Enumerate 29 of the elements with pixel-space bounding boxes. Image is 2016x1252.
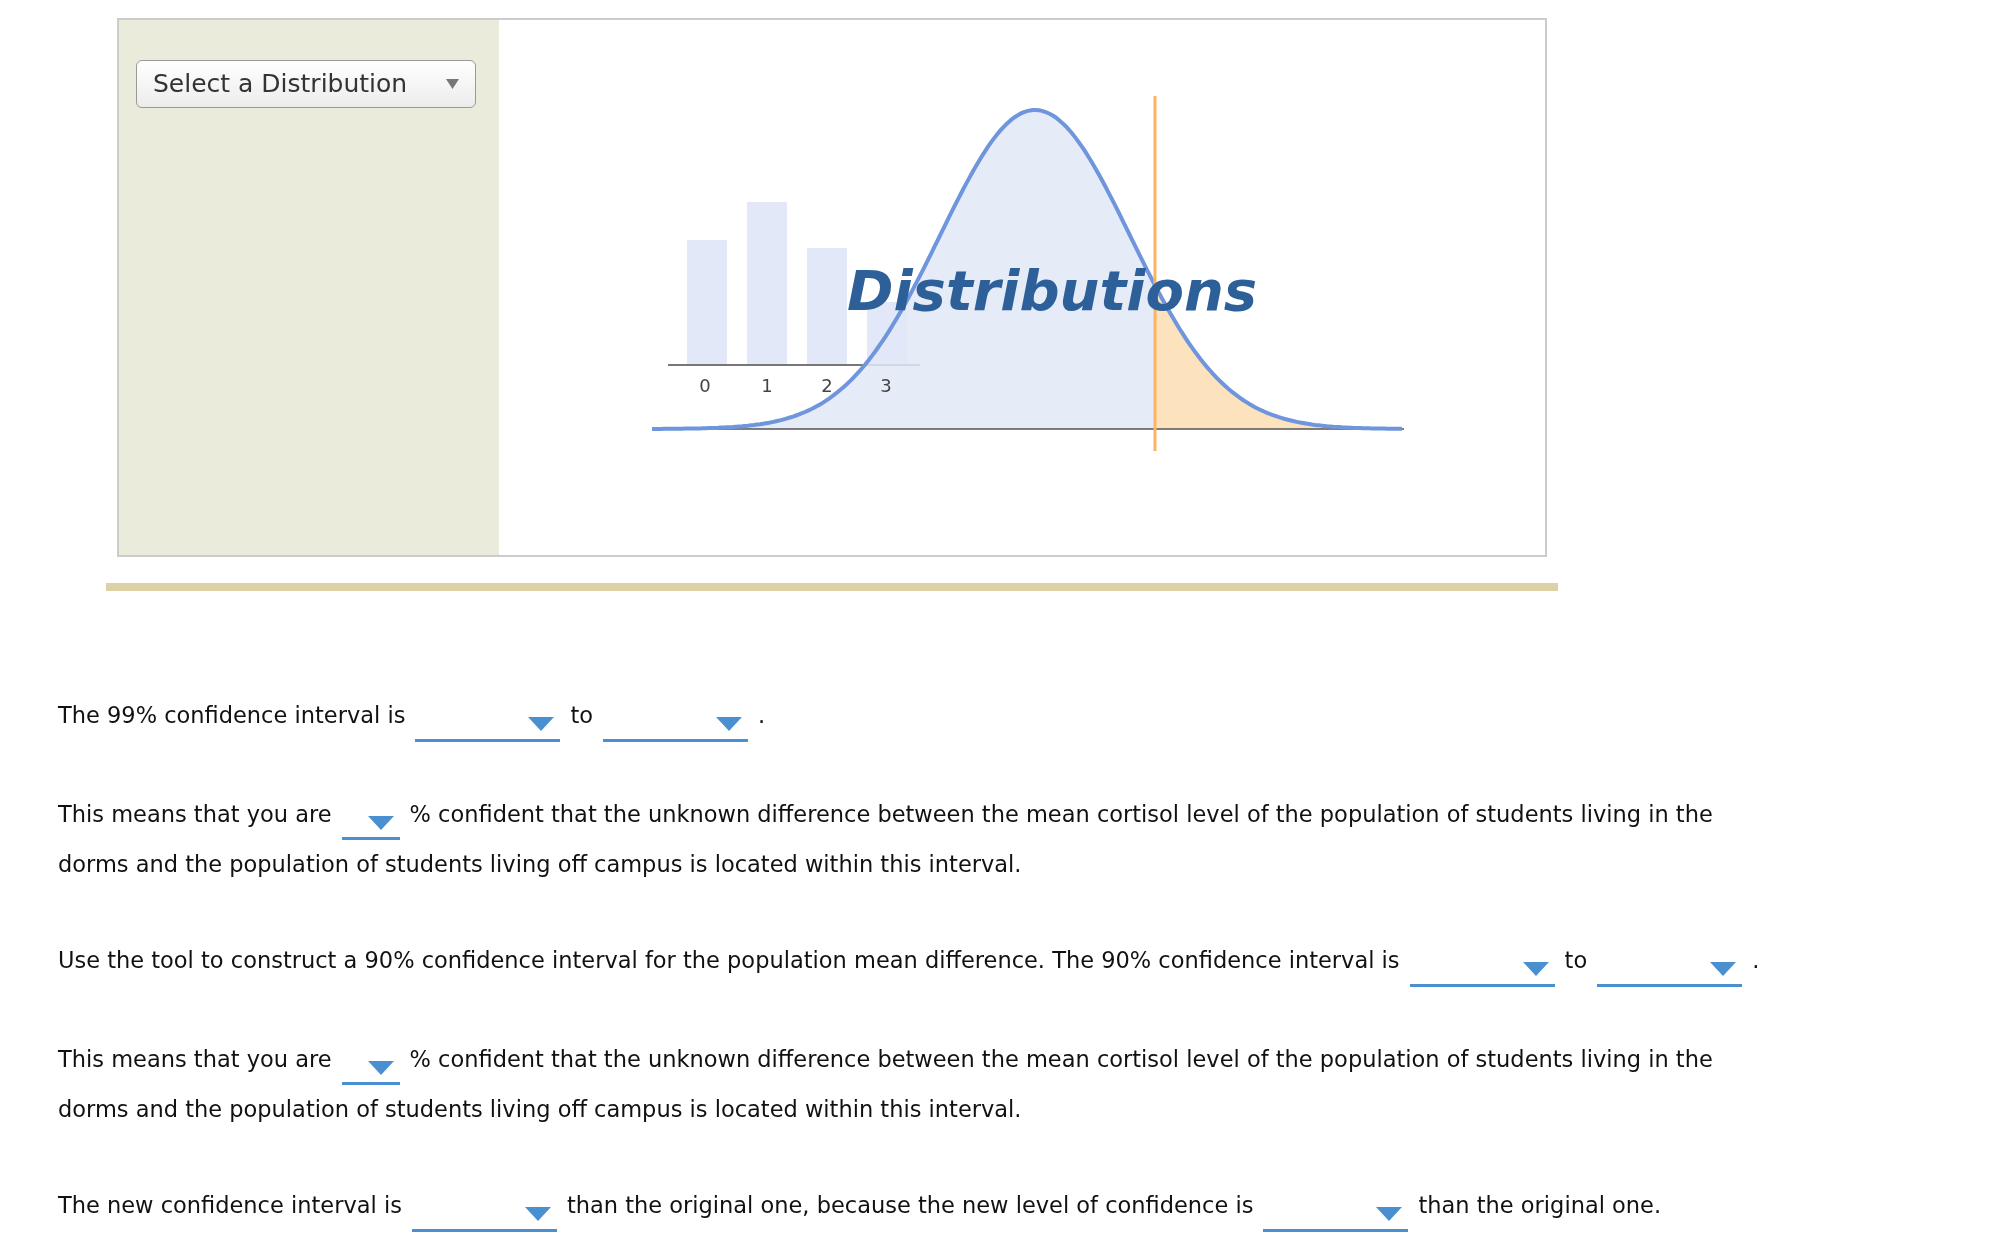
- question-text: than the original one.: [1418, 1192, 1662, 1218]
- caret-icon: [528, 717, 555, 731]
- caret-icon: [1710, 962, 1737, 976]
- axis-label: 2: [821, 375, 833, 396]
- caret-icon: [716, 717, 742, 731]
- caret-icon: [367, 815, 394, 830]
- question-text: .: [1752, 947, 1760, 973]
- distribution-dropdown[interactable]: Select a Distribution: [136, 60, 476, 108]
- caret-icon: [1522, 962, 1549, 976]
- caret-icon: [524, 1207, 551, 1221]
- question-text: dorms and the population of students living off campus is located within this interval.: [58, 1096, 1022, 1122]
- question-text: .: [758, 702, 766, 728]
- question-text: % confident that the unknown difference between the mean cortisol level of the population of students living in the: [409, 800, 1713, 827]
- axis-label: 0: [699, 375, 711, 396]
- caret-icon: [367, 1060, 394, 1075]
- caret-icon: [446, 79, 459, 89]
- question-text: % confident that the unknown difference between the mean cortisol level of the population of students living in the: [409, 1045, 1713, 1072]
- question-text: dorms and the population of students living off campus is located within this interval.: [58, 851, 1022, 877]
- question-text: to: [570, 702, 593, 728]
- caret-icon: [1376, 1207, 1403, 1221]
- question-text: The 99% confidence interval is: [58, 702, 406, 728]
- question-text: This means that you are: [58, 800, 332, 827]
- question-text: to: [1564, 947, 1588, 973]
- axis-label: 3: [880, 375, 892, 396]
- question-text: Use the tool to construct a 90% confidence interval for the population mean difference. The 90% confidence interval is: [58, 947, 1400, 973]
- question-text: than the original one, because the new level of confidence is: [566, 1192, 1254, 1218]
- axis-label: 1: [761, 375, 773, 396]
- question-text: The new confidence interval is: [58, 1192, 402, 1218]
- question-text: This means that you are: [58, 1045, 332, 1072]
